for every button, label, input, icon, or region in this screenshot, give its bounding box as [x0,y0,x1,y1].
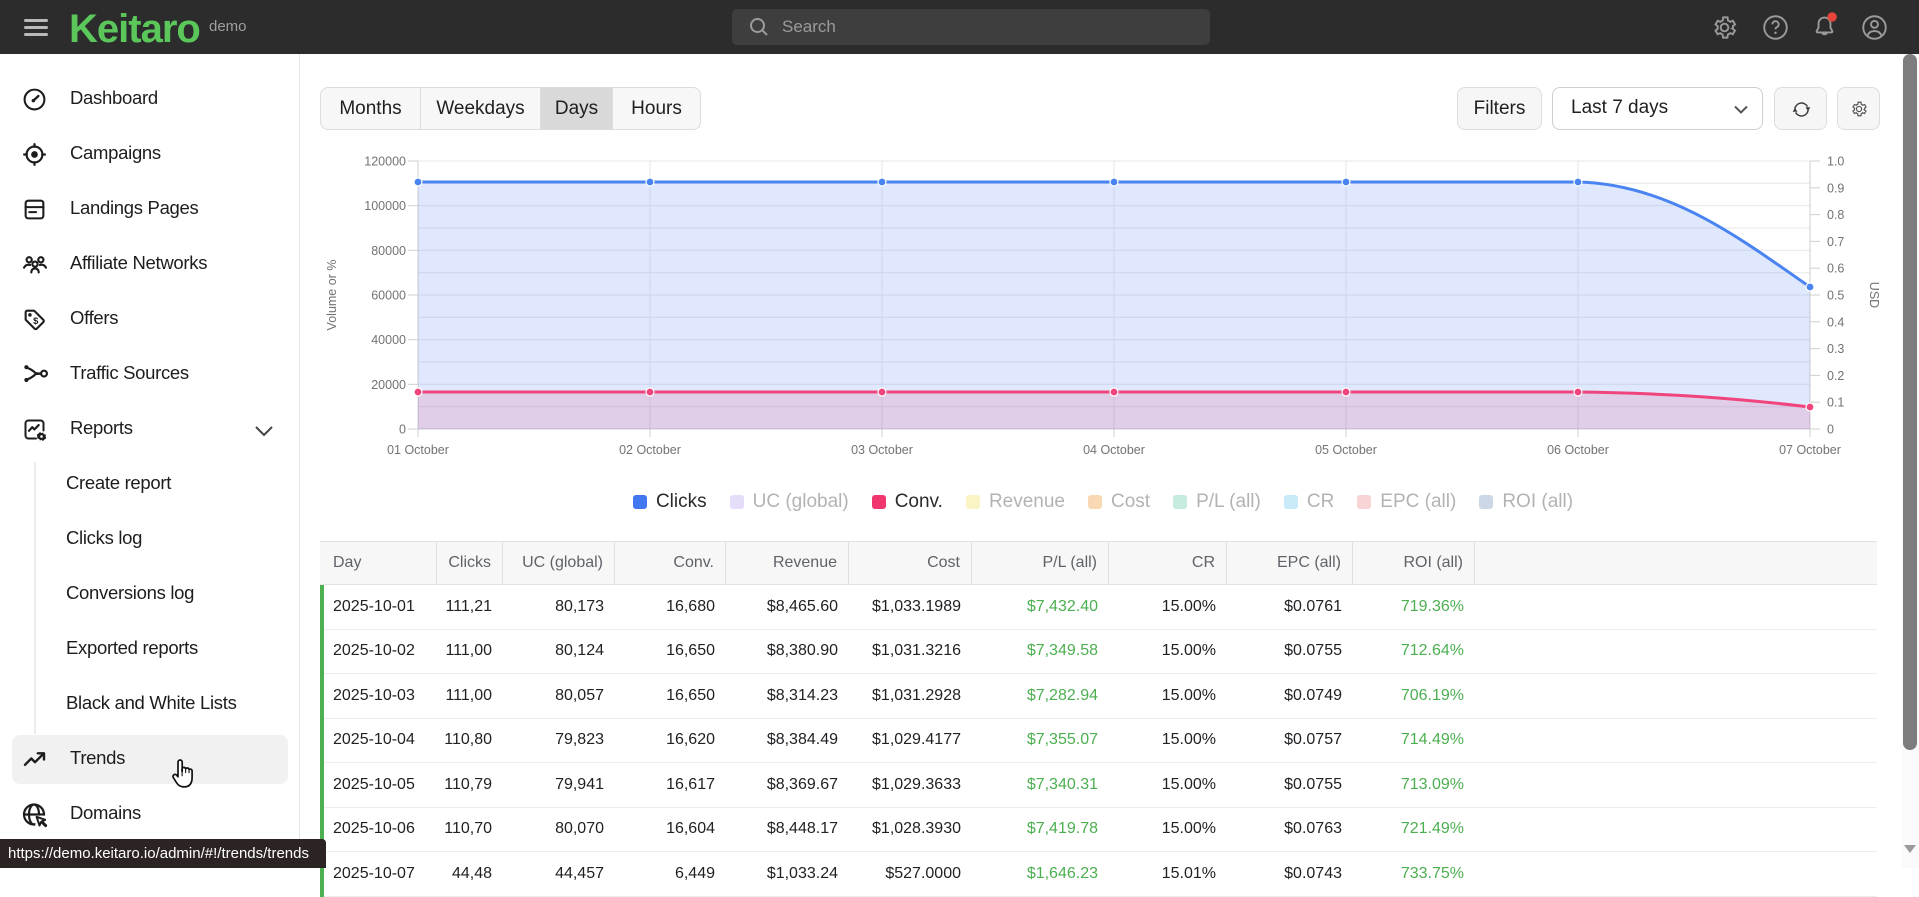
svg-text:100000: 100000 [364,199,406,213]
svg-text:0.5: 0.5 [1827,289,1844,303]
svg-text:0.1: 0.1 [1827,396,1844,410]
svg-text:0.6: 0.6 [1827,262,1844,276]
svg-text:$: $ [33,316,39,326]
svg-text:01 October: 01 October [387,443,449,457]
svg-text:05 October: 05 October [1315,443,1377,457]
svg-text:40000: 40000 [371,333,406,347]
svg-text:0.8: 0.8 [1827,208,1844,222]
svg-text:USD: USD [1867,282,1881,308]
svg-text:Volume or %: Volume or % [325,260,339,331]
svg-text:0: 0 [399,423,406,437]
svg-text:0: 0 [1827,423,1834,437]
svg-text:02 October: 02 October [619,443,681,457]
svg-text:03 October: 03 October [851,443,913,457]
svg-text:80000: 80000 [371,244,406,258]
svg-text:0.9: 0.9 [1827,181,1844,195]
svg-text:0.4: 0.4 [1827,315,1844,329]
svg-text:0.2: 0.2 [1827,369,1844,383]
svg-text:60000: 60000 [371,289,406,303]
svg-text:0.7: 0.7 [1827,235,1844,249]
svg-text:07 October: 07 October [1779,443,1841,457]
svg-text:1.0: 1.0 [1827,155,1844,169]
svg-text:0.3: 0.3 [1827,342,1844,356]
svg-text:04 October: 04 October [1083,443,1145,457]
svg-text:120000: 120000 [364,155,406,169]
svg-text:20000: 20000 [371,378,406,392]
svg-text:06 October: 06 October [1547,443,1609,457]
